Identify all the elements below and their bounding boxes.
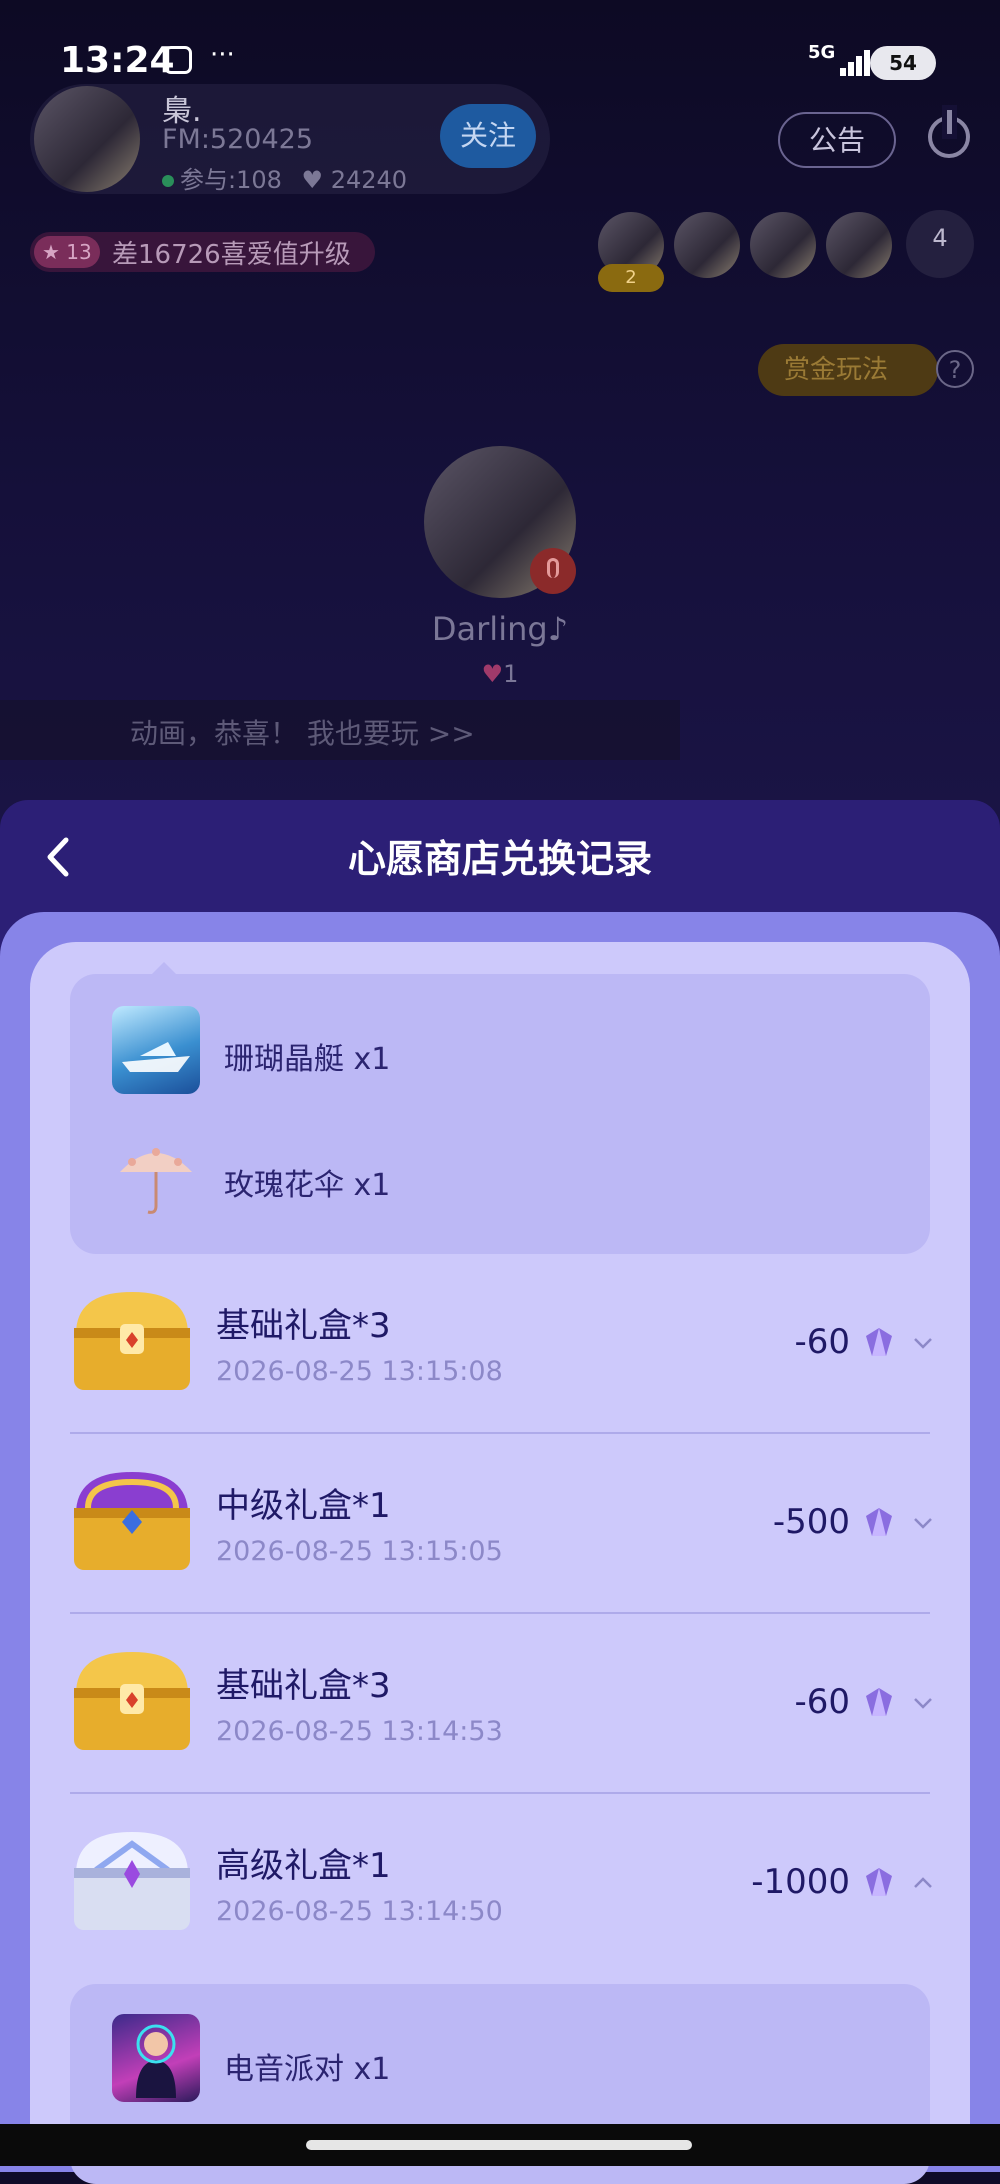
- yacht-icon: [112, 1006, 200, 1094]
- sub-item-label: 珊瑚晶艇 x1: [224, 1042, 391, 1077]
- gem-icon: [866, 1868, 892, 1896]
- home-indicator[interactable]: [306, 2140, 692, 2150]
- room-fm-id: FM:520425: [162, 124, 313, 155]
- viewer-rank-badge: 2: [598, 264, 664, 292]
- silver-chest-icon: [74, 1832, 190, 1930]
- chevron-down-icon[interactable]: [912, 1336, 934, 1350]
- level-progress-text: 差16726喜爱值升级: [112, 240, 351, 270]
- bounty-play-button[interactable]: 赏金玩法: [758, 344, 938, 396]
- record-amount: -500: [772, 1502, 850, 1542]
- power-icon[interactable]: [928, 110, 970, 158]
- gem-icon: [866, 1328, 892, 1356]
- umbrella-icon: [112, 1132, 200, 1220]
- viewer-avatar[interactable]: [750, 212, 816, 278]
- chevron-up-icon[interactable]: [912, 1876, 934, 1890]
- heart-icon: ♥: [481, 660, 504, 688]
- row-divider: [70, 1792, 930, 1794]
- network-type: 5G: [808, 42, 836, 63]
- host-stats: 参与:108 ♥ 24240: [162, 160, 407, 195]
- battery-indicator: 54: [870, 46, 936, 80]
- record-time: 2026-08-25 13:15:08: [216, 1356, 503, 1387]
- chevron-down-icon[interactable]: [912, 1696, 934, 1710]
- record-name: 基础礼盒*3: [216, 1666, 391, 1706]
- sub-item-label: 电音派对 x1: [224, 2052, 391, 2087]
- record-time: 2026-08-25 13:14:53: [216, 1716, 503, 1747]
- row-divider: [70, 1612, 930, 1614]
- online-dot-icon: [162, 175, 174, 187]
- app-notification-icon: [164, 46, 192, 74]
- viewer-avatar[interactable]: [674, 212, 740, 278]
- mic-muted-icon: [530, 548, 576, 594]
- record-amount: -60: [794, 1682, 850, 1722]
- likes-count: 24240: [330, 166, 408, 194]
- record-name: 中级礼盒*1: [216, 1486, 391, 1526]
- record-name: 基础礼盒*3: [216, 1306, 391, 1346]
- record-name: 高级礼盒*1: [216, 1846, 391, 1886]
- seat-user-name: Darling♪: [431, 610, 569, 648]
- level-number: 13: [66, 240, 92, 264]
- follow-button[interactable]: 关注: [440, 104, 536, 168]
- dj-party-icon: [112, 2014, 200, 2102]
- record-amount: -1000: [751, 1862, 850, 1902]
- host-avatar[interactable]: [34, 86, 140, 192]
- notice-button[interactable]: 公告: [778, 112, 896, 168]
- record-time: 2026-08-25 13:15:05: [216, 1536, 503, 1567]
- help-icon[interactable]: ?: [936, 350, 974, 388]
- gold-chest-icon: [74, 1292, 190, 1390]
- more-notifications-icon: ···: [210, 40, 235, 70]
- sheet-title: 心愿商店兑换记录: [347, 837, 652, 881]
- heart-icon: ♥: [301, 166, 324, 194]
- chevron-down-icon[interactable]: [912, 1516, 934, 1530]
- gold-chest-icon: [74, 1652, 190, 1750]
- record-amount: -60: [794, 1322, 850, 1362]
- chat-message[interactable]: 动画，恭喜！ 我也要玩 >>: [130, 712, 475, 752]
- gem-icon: [866, 1508, 892, 1536]
- gem-icon: [866, 1688, 892, 1716]
- sub-item-label: 玫瑰花伞 x1: [224, 1168, 391, 1203]
- seat-heart-count: 1: [503, 660, 519, 688]
- level-badge: ★ 13: [34, 236, 100, 268]
- purple-gold-chest-icon: [74, 1472, 190, 1570]
- status-time: 13:24: [60, 40, 175, 81]
- row-divider: [70, 1432, 930, 1434]
- record-time: 2026-08-25 13:14:50: [216, 1896, 503, 1927]
- viewer-avatar[interactable]: [826, 212, 892, 278]
- viewer-count-button[interactable]: 4: [906, 210, 974, 278]
- participants-count: 参与:108: [180, 166, 282, 194]
- seat-hearts: ♥1: [0, 660, 1000, 688]
